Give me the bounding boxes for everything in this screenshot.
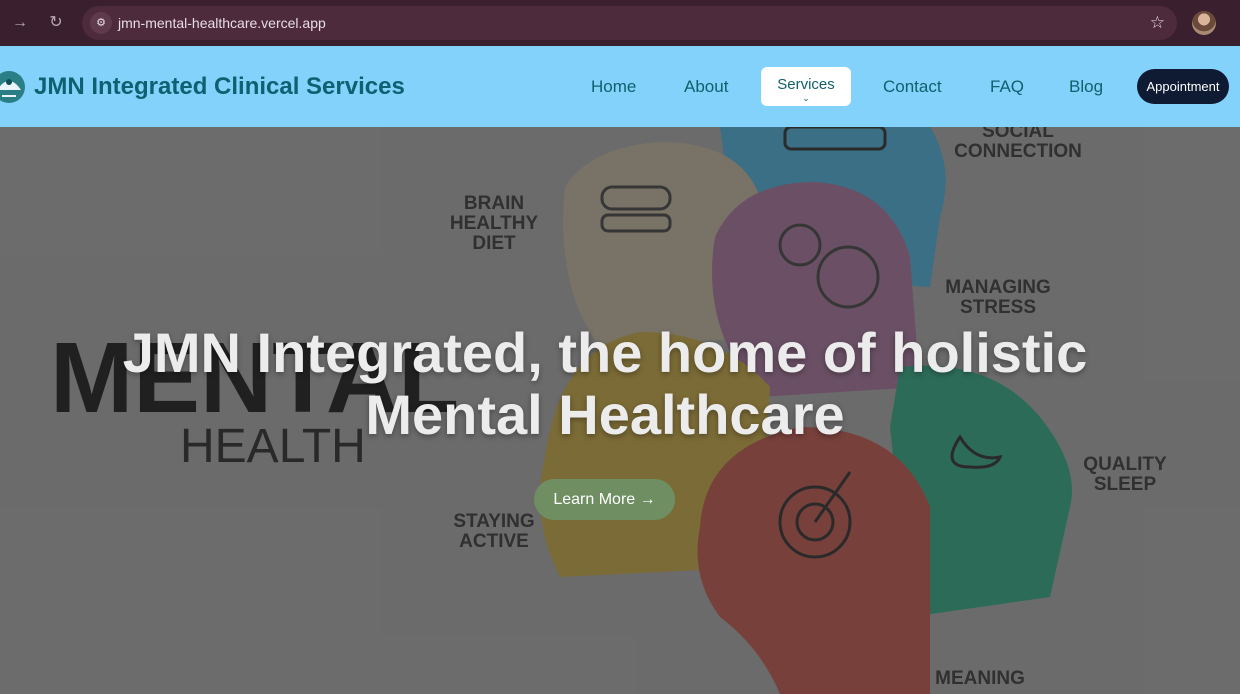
hero-title: JMN Integrated, the home of holistic Men… — [0, 322, 1210, 446]
site-info-icon[interactable]: ⚙ — [90, 12, 112, 34]
nav-faq[interactable]: FAQ — [990, 46, 1024, 127]
nav-contact[interactable]: Contact — [883, 46, 942, 127]
nav-services[interactable]: Services ⌄ — [761, 67, 851, 106]
nav-home[interactable]: Home — [591, 46, 636, 127]
learn-more-button[interactable]: Learn More → — [534, 479, 675, 520]
hero-title-line-2: Mental Healthcare — [365, 383, 845, 446]
hero-title-line-1: JMN Integrated, the home of holistic — [122, 321, 1088, 384]
url-text[interactable]: jmn-mental-healthcare.vercel.app — [118, 6, 326, 40]
chevron-down-icon: ⌄ — [802, 93, 810, 103]
appointment-button[interactable]: Appointment — [1137, 69, 1229, 104]
brand-name[interactable]: JMN Integrated Clinical Services — [34, 46, 405, 127]
site-header: JMN Integrated Clinical Services Home Ab… — [0, 46, 1240, 127]
profile-avatar[interactable] — [1192, 11, 1216, 35]
hero-section: MENTAL HEALTH BRAIN HEALTHY DIET SOCIAL … — [0, 127, 1240, 694]
address-bar[interactable]: ⚙ jmn-mental-healthcare.vercel.app ☆ — [82, 6, 1177, 40]
reload-icon[interactable]: ↻ — [44, 11, 68, 35]
forward-icon[interactable]: → — [8, 11, 32, 35]
bookmark-star-icon[interactable]: ☆ — [1150, 6, 1165, 40]
logo-icon[interactable] — [0, 62, 26, 112]
nav-services-label: Services — [777, 76, 835, 93]
nav-blog[interactable]: Blog — [1069, 46, 1103, 127]
browser-toolbar: → ↻ ⚙ jmn-mental-healthcare.vercel.app ☆ — [0, 0, 1240, 46]
nav-about[interactable]: About — [684, 46, 728, 127]
